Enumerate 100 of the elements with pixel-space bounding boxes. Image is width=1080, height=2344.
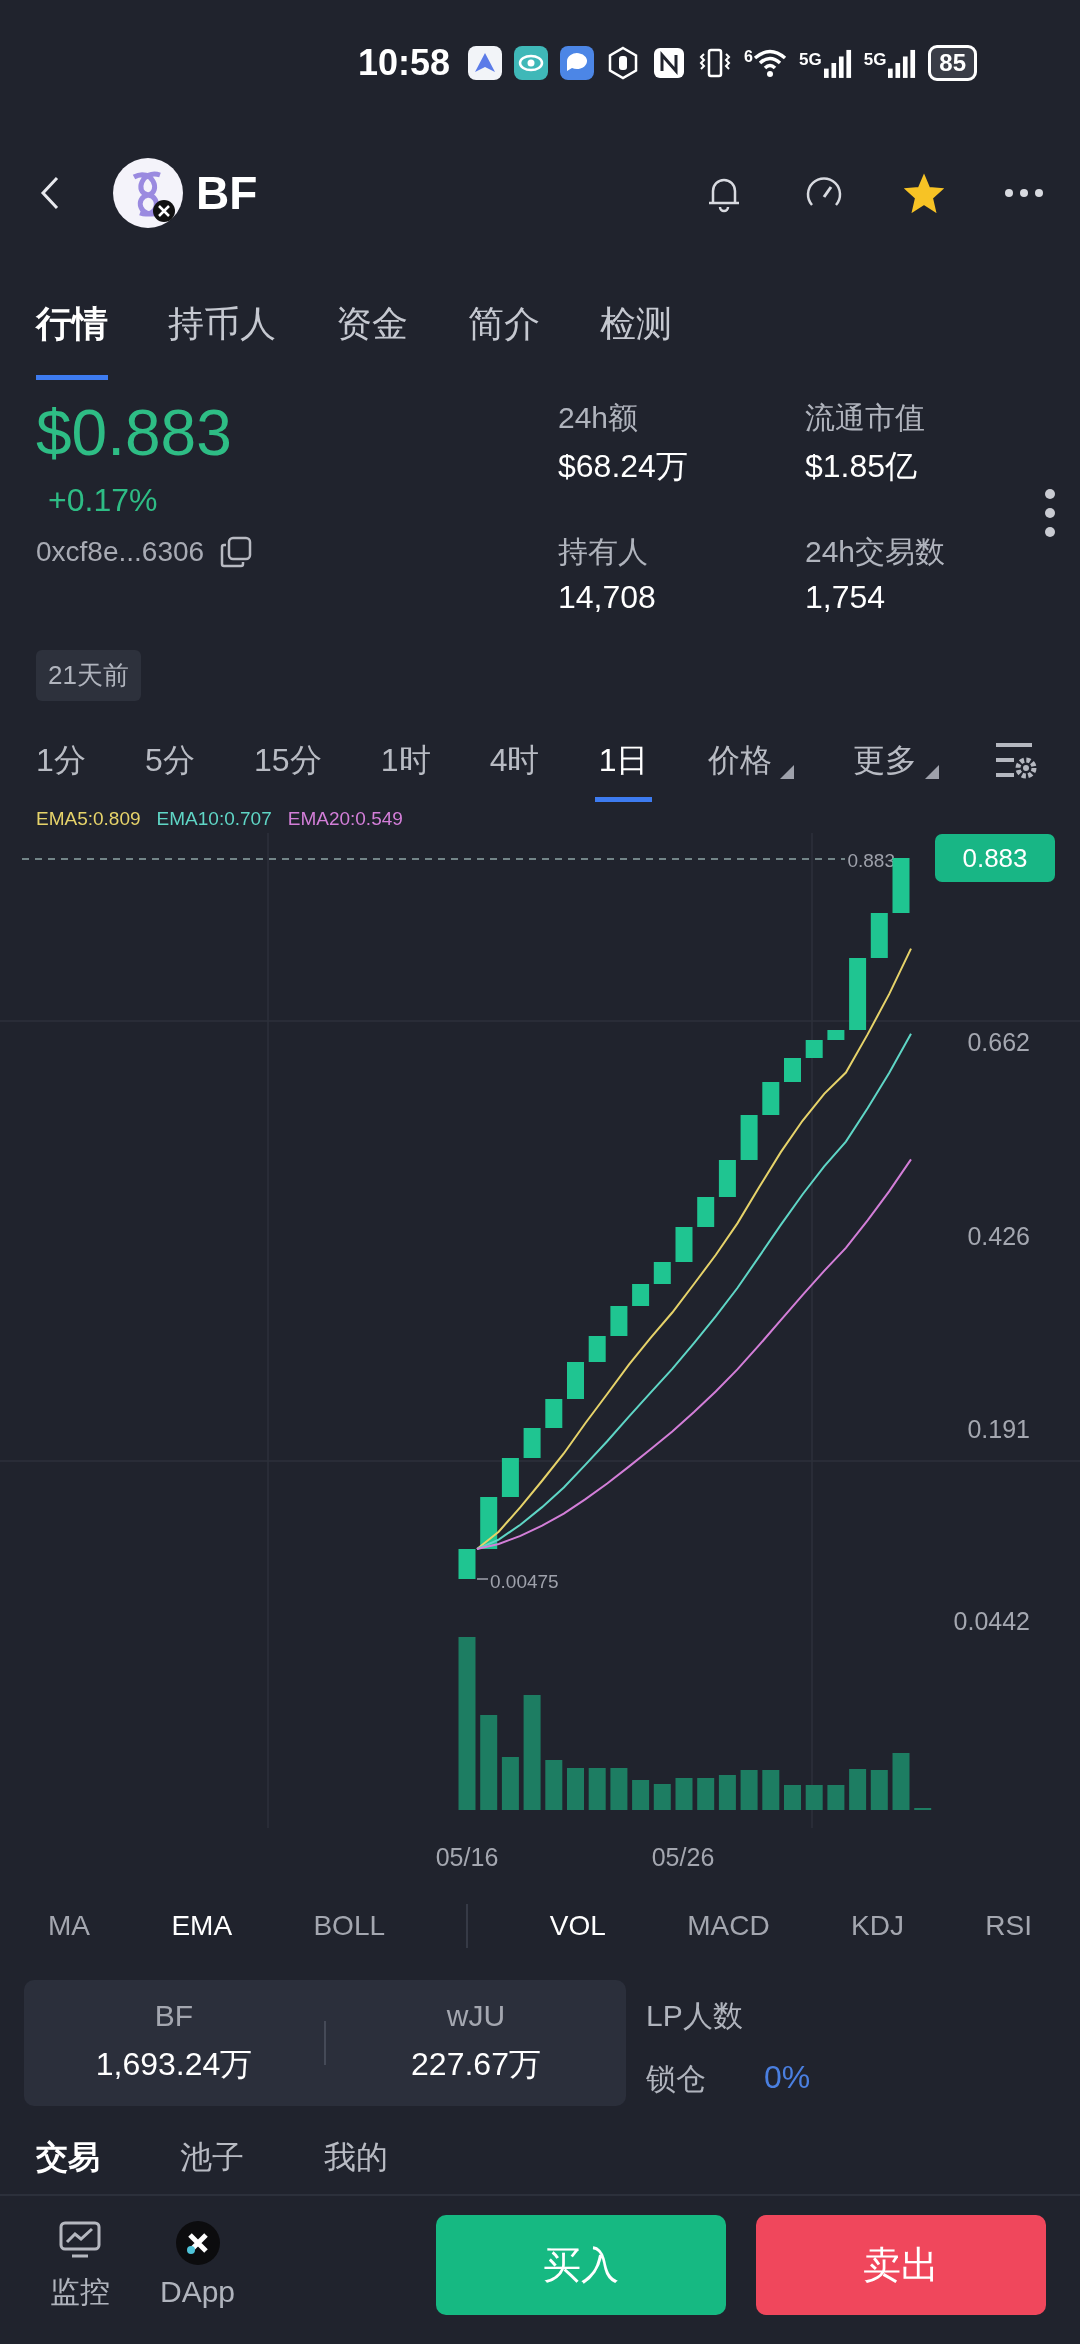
candle — [501, 1458, 519, 1497]
lock-label: 锁仓 — [646, 2061, 706, 2097]
stat-label: 流通市值 — [805, 400, 926, 436]
pool-token-amount: 227.67万 — [411, 2045, 541, 2084]
section-tab[interactable]: 池子 — [180, 2136, 244, 2180]
pool-token-amount: 1,693.24万 — [95, 2045, 253, 2084]
ema-legend: EMA5:0.809 — [36, 808, 141, 830]
nfc-icon — [652, 45, 687, 80]
low-label: 0.00475 — [490, 1571, 559, 1592]
stat-value: 1,754 — [805, 578, 887, 616]
battery-level: 85 — [928, 44, 978, 81]
network-label: 5G — [863, 50, 887, 70]
ema-legend: EMA20:0.549 — [287, 808, 403, 830]
section-tab[interactable]: 我的 — [324, 2136, 388, 2180]
chart-settings-icon[interactable] — [993, 740, 1038, 780]
interval-tab[interactable]: 1分 — [32, 718, 90, 802]
volume-bar — [588, 1768, 606, 1810]
navigation-app-icon — [468, 45, 503, 80]
more-icon[interactable] — [1004, 187, 1044, 198]
tab[interactable]: 简介 — [468, 270, 540, 380]
candle — [567, 1362, 584, 1399]
axis-label: 0.191 — [967, 1415, 1030, 1443]
volume-bar — [653, 1784, 671, 1810]
tab[interactable]: 检测 — [600, 270, 672, 380]
candle — [849, 958, 867, 1030]
stat-value: 14,708 — [558, 578, 657, 616]
interval-tab[interactable]: 15分 — [249, 718, 326, 802]
section-tab[interactable]: 交易 — [36, 2136, 100, 2180]
back-icon[interactable] — [40, 175, 60, 210]
candle — [588, 1336, 606, 1362]
star-icon[interactable] — [904, 172, 944, 213]
dapp-logo-icon — [175, 2221, 220, 2265]
volume-bar — [849, 1769, 867, 1810]
signal-icon — [888, 47, 917, 78]
axis-label: 0.662 — [967, 1028, 1030, 1056]
nav-item[interactable]: 监控 — [50, 2217, 110, 2313]
volume-bar — [740, 1770, 758, 1810]
axis-label: 0.426 — [967, 1222, 1030, 1250]
axis-label: 0.0442 — [953, 1607, 1030, 1635]
tab[interactable]: 行情 — [36, 270, 108, 380]
token-symbol: BF — [196, 165, 258, 220]
volume-bar — [610, 1768, 628, 1810]
candle — [523, 1428, 541, 1458]
stat-value: $1.85亿 — [805, 447, 919, 486]
indicator-tab[interactable]: MACD — [687, 1910, 770, 1942]
interval-tab[interactable]: 4时 — [485, 718, 544, 802]
contract-address: 0xcf8e...6306 — [36, 536, 205, 568]
volume-bar — [632, 1780, 650, 1810]
volume-bar — [870, 1770, 888, 1810]
indicator-tab[interactable]: KDJ — [851, 1910, 904, 1942]
nav-item[interactable]: DApp — [160, 2221, 236, 2309]
candle — [805, 1040, 823, 1058]
interval-tab[interactable]: 5分 — [140, 718, 199, 802]
leader-line — [476, 1578, 489, 1580]
sell-button[interactable]: 卖出 — [756, 2215, 1046, 2315]
tab[interactable]: 资金 — [336, 270, 408, 380]
volume-bar — [892, 1753, 910, 1810]
volume-bar — [805, 1785, 823, 1810]
candle — [458, 1549, 476, 1579]
candle — [892, 858, 910, 913]
copy-icon[interactable] — [220, 536, 253, 568]
wifi-icon — [753, 47, 787, 78]
date-label: 05/16 — [435, 1843, 499, 1871]
indicator-tab[interactable]: VOL — [549, 1910, 606, 1942]
message-app-icon — [560, 45, 595, 80]
pool-token-symbol: wJU — [446, 1999, 506, 2033]
ema-legend: EMA10:0.707 — [156, 808, 272, 830]
interval-tab[interactable]: 1日 — [594, 718, 653, 802]
network-label: 5G — [799, 50, 822, 70]
indicator-tab[interactable]: RSI — [985, 1910, 1032, 1942]
volume-bar — [675, 1778, 693, 1810]
dropdown-button[interactable]: 更多 — [848, 718, 943, 802]
candle — [740, 1115, 758, 1160]
candle — [827, 1030, 845, 1040]
indicator-tab[interactable]: MA — [48, 1910, 90, 1942]
volume-bar — [545, 1760, 563, 1810]
volume-bar — [567, 1768, 584, 1810]
volume-bar — [697, 1778, 715, 1810]
volume-bar — [827, 1785, 845, 1810]
price-change: +0.17% — [48, 481, 159, 520]
more-vertical-icon[interactable] — [1044, 488, 1056, 538]
candle — [632, 1284, 650, 1306]
stat-label: 持有人 — [558, 533, 649, 570]
interval-tab[interactable]: 1时 — [376, 718, 435, 802]
tab[interactable]: 持币人 — [168, 270, 276, 380]
age-badge: 21天前 — [36, 650, 141, 701]
candle — [784, 1058, 801, 1082]
caret-icon — [924, 764, 939, 779]
indicator-tab[interactable]: BOLL — [313, 1910, 386, 1942]
token-logo-icon — [112, 156, 184, 229]
stat-value: $68.24万 — [558, 447, 689, 486]
pool-token-symbol: BF — [154, 1999, 194, 2033]
candle — [610, 1306, 628, 1336]
dropdown-button[interactable]: 价格 — [703, 718, 798, 802]
indicator-tab[interactable]: EMA — [171, 1910, 233, 1942]
candle — [675, 1227, 693, 1262]
lock-value: 0% — [764, 2059, 811, 2097]
volume-bar — [501, 1757, 519, 1810]
candle — [653, 1262, 671, 1284]
wifi-label: 6 — [744, 48, 753, 66]
